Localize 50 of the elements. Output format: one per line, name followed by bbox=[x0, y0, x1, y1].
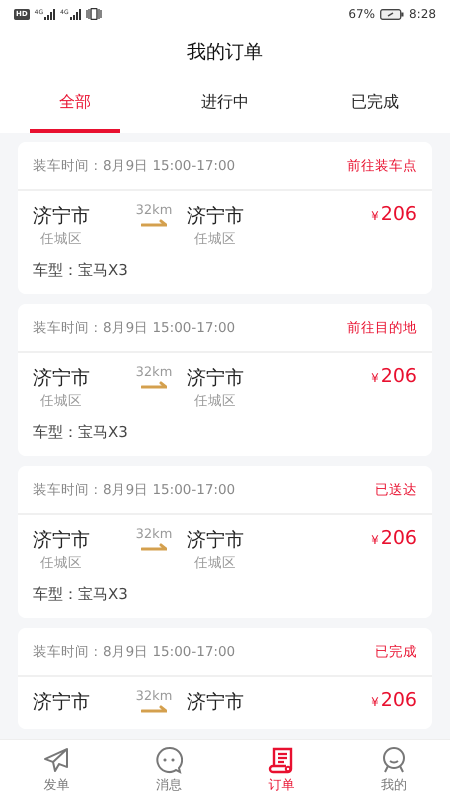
order-card[interactable]: 装车时间：8月9日 15:00-17:00 已完成 济宁市 32km 济宁市 ¥206 bbox=[18, 628, 432, 729]
distance: 32km bbox=[136, 689, 172, 705]
origin-district: 任城区 bbox=[39, 230, 83, 249]
destination-city: 济宁市 bbox=[187, 366, 245, 391]
order-card[interactable]: 装车时间：8月9日 15:00-17:00 已送达 济宁市 任城区 32km 济宁市 任城区 ¥206 车型：宝马X3 bbox=[18, 466, 432, 618]
order-status: 前往目的地 bbox=[347, 318, 417, 336]
destination-district: 任城区 bbox=[193, 392, 237, 411]
origin-city: 济宁市 bbox=[33, 528, 91, 553]
currency-symbol: ¥ bbox=[371, 371, 379, 385]
price: 206 bbox=[380, 689, 417, 711]
load-time: 装车时间：8月9日 15:00-17:00 bbox=[33, 156, 236, 174]
vehicle-type: 车型：宝马X3 bbox=[33, 423, 129, 442]
order-card[interactable]: 装车时间：8月9日 15:00-17:00 前往目的地 济宁市 任城区 32km 济宁市 任城区 ¥206 车型：宝马X3 bbox=[18, 304, 432, 456]
price: 206 bbox=[380, 365, 417, 387]
origin-city: 济宁市 bbox=[33, 690, 91, 715]
signal-icon bbox=[70, 8, 81, 20]
origin-district: 任城区 bbox=[39, 392, 83, 411]
battery-icon bbox=[380, 8, 404, 20]
destination-district: 任城区 bbox=[193, 554, 237, 573]
page-title: 我的订单 bbox=[187, 40, 263, 64]
vibrate-icon bbox=[86, 8, 102, 20]
currency-symbol: ¥ bbox=[371, 533, 379, 547]
order-status: 已完成 bbox=[375, 642, 417, 660]
battery-percent: 67% bbox=[348, 7, 376, 21]
currency-symbol: ¥ bbox=[371, 695, 379, 709]
origin-district: 任城区 bbox=[39, 554, 83, 573]
load-time: 装车时间：8月9日 15:00-17:00 bbox=[33, 318, 236, 336]
vehicle-type: 车型：宝马X3 bbox=[33, 585, 129, 604]
paper-plane-icon bbox=[42, 746, 70, 774]
destination-district: 任城区 bbox=[193, 230, 237, 249]
clock: 8:28 bbox=[409, 7, 436, 21]
destination-city: 济宁市 bbox=[187, 690, 245, 715]
destination-city: 济宁市 bbox=[187, 204, 245, 229]
origin-city: 济宁市 bbox=[33, 366, 91, 391]
signal-icon bbox=[44, 8, 56, 20]
load-time: 装车时间：8月9日 15:00-17:00 bbox=[33, 642, 236, 660]
order-status: 前往装车点 bbox=[347, 156, 417, 174]
chat-bubble-icon bbox=[154, 746, 183, 774]
destination-city: 济宁市 bbox=[187, 528, 245, 553]
vehicle-type: 车型：宝马X3 bbox=[33, 261, 129, 280]
origin-city: 济宁市 bbox=[33, 204, 91, 229]
order-status: 已送达 bbox=[375, 480, 417, 498]
distance: 32km bbox=[136, 203, 172, 219]
load-time: 装车时间：8月9日 15:00-17:00 bbox=[33, 480, 236, 498]
distance: 32km bbox=[136, 365, 172, 381]
order-card[interactable]: 装车时间：8月9日 15:00-17:00 前往装车点 济宁市 任城区 32km 济宁市 任城区 ¥206 车型：宝马X3 bbox=[18, 142, 432, 294]
distance: 32km bbox=[136, 527, 172, 543]
currency-symbol: ¥ bbox=[371, 209, 379, 223]
price: 206 bbox=[380, 203, 417, 225]
price: 206 bbox=[380, 527, 417, 549]
